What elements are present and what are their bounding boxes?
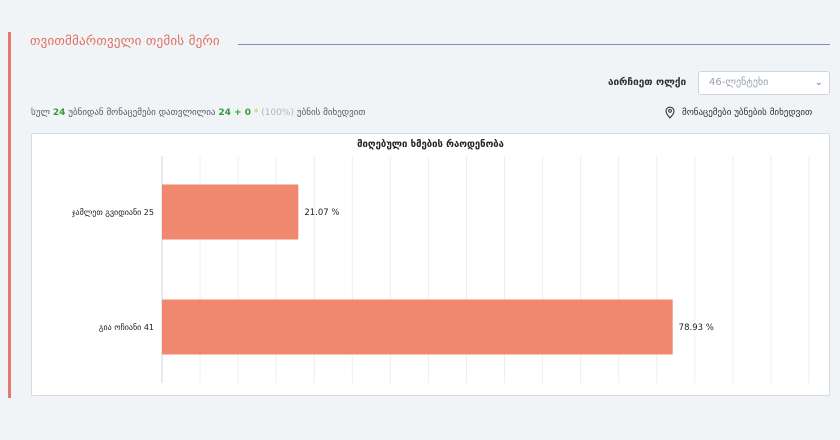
category-label: ჯამლეთ გვიდიანი 25: [72, 207, 154, 217]
map-pin-icon: [665, 106, 675, 119]
category-label: გია ოჩიანი 41: [99, 322, 154, 332]
chart-panel: მიღებული ხმების რაოდენობა ჯამლეთ გვიდიან…: [31, 133, 830, 396]
page-title: თვითმმართველი თემის მერი: [30, 34, 220, 49]
chart-bar[interactable]: [162, 184, 299, 240]
summary-counted: 24 + 0: [218, 108, 251, 118]
summary-mid: უბნიდან მონაცემები დათვლილია: [68, 108, 216, 118]
stations-data-link[interactable]: მონაცემები უბნების მიხედვით: [664, 106, 812, 119]
summary-percent: (100%): [261, 108, 294, 118]
chevron-down-icon: ⌄: [814, 77, 823, 88]
chart-bar[interactable]: [162, 299, 673, 355]
summary-star: *: [253, 108, 259, 118]
vote-chart: ჯამლეთ გვიდიანი 25 21.07 % გია ოჩიანი 41 78…: [72, 156, 810, 383]
title-divider: [238, 44, 830, 45]
district-select-value: 46-ლენტეხი: [709, 77, 769, 88]
bar-value-label: 78.93 %: [679, 323, 714, 333]
summary-prefix: სულ: [31, 108, 50, 118]
summary-total: 24: [52, 108, 66, 118]
stations-data-link-label: მონაცემები უბნების მიხედვით: [682, 107, 813, 118]
district-select-label: აირჩიეთ ოლქი: [608, 77, 687, 88]
bar-value-label: 21.07 %: [304, 208, 339, 218]
accent-bar: [8, 32, 11, 398]
counting-summary: სულ 24 უბნიდან მონაცემები დათვლილია 24 +…: [31, 108, 366, 118]
summary-suffix: უბნის მიხედვით: [296, 108, 366, 118]
district-select[interactable]: 46-ლენტეხი ⌄: [698, 71, 830, 95]
